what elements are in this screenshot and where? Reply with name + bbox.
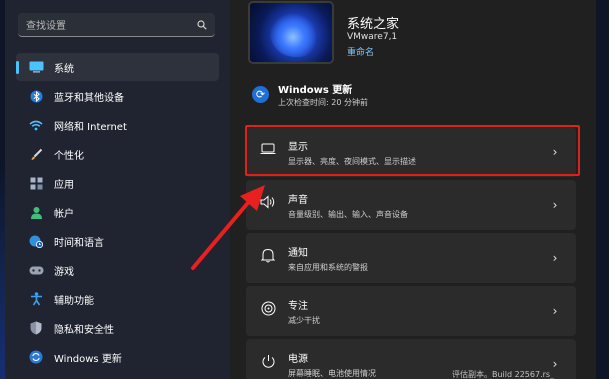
windows-update-title[interactable]: Windows 更新 xyxy=(278,81,352,96)
sidebar-item-time-language[interactable]: 时间和语言 xyxy=(16,227,219,255)
sidebar-item-gaming[interactable]: 游戏 xyxy=(16,256,219,284)
pc-name: 系统之家 xyxy=(347,17,400,32)
desktop-edge xyxy=(596,0,609,379)
sidebar-item-label: 隐私和安全性 xyxy=(54,324,114,336)
person-icon xyxy=(28,204,44,220)
sidebar-item-label: 游戏 xyxy=(54,266,74,278)
sidebar-nav: 系统 蓝牙和其他设备 网络和 Internet 个性化 应用 帐户 时间和语言 … xyxy=(16,53,219,372)
sidebar-item-label: 帐户 xyxy=(54,208,74,220)
bell-icon xyxy=(259,248,277,269)
wifi-icon xyxy=(28,117,44,133)
sidebar-item-bluetooth[interactable]: 蓝牙和其他设备 xyxy=(16,82,219,110)
settings-window: 查找设置 系统 蓝牙和其他设备 网络和 Internet 个性化 应用 帐户 时… xyxy=(5,0,596,379)
card-description: 音量级别、输出、输入、声音设备 xyxy=(288,209,408,219)
card-description: 来自应用和系统的警报 xyxy=(288,262,368,272)
desktop-thumbnail xyxy=(248,1,334,64)
settings-card-focus[interactable]: 专注 减少干扰 › xyxy=(246,286,576,336)
card-title: 电源 xyxy=(288,353,308,365)
build-watermark: 评估副本。Build 22567.rs_ xyxy=(452,370,555,379)
card-description: 减少干扰 xyxy=(288,315,320,325)
settings-card-sound[interactable]: 声音 音量级别、输出、输入、声音设备 › xyxy=(246,180,576,230)
power-icon xyxy=(259,354,277,375)
pc-model: VMware7,1 xyxy=(347,32,398,42)
sidebar-item-label: 时间和语言 xyxy=(54,237,104,249)
sidebar-item-label: 辅助功能 xyxy=(54,295,94,307)
sidebar-item-accounts[interactable]: 帐户 xyxy=(16,198,219,226)
windows-update-subtitle: 上次检查时间: 20 分钟前 xyxy=(278,98,368,107)
bluetooth-icon xyxy=(28,88,44,104)
settings-card-notifications[interactable]: 通知 来自应用和系统的警报 › xyxy=(246,233,576,283)
sidebar: 查找设置 系统 蓝牙和其他设备 网络和 Internet 个性化 应用 帐户 时… xyxy=(5,0,230,379)
sidebar-item-windows-update[interactable]: Windows 更新 xyxy=(16,343,219,371)
sidebar-item-label: 应用 xyxy=(54,179,74,191)
search-icon[interactable] xyxy=(197,19,207,30)
card-title: 专注 xyxy=(288,300,308,312)
card-title: 声音 xyxy=(288,194,308,206)
sidebar-item-label: Windows 更新 xyxy=(54,353,122,365)
shield-icon xyxy=(28,320,44,336)
chevron-right-icon: › xyxy=(552,251,558,265)
sidebar-item-personalization[interactable]: 个性化 xyxy=(16,140,219,168)
speaker-icon xyxy=(259,195,277,215)
globe-clock-icon xyxy=(28,233,44,249)
accessibility-icon xyxy=(28,291,44,307)
sidebar-item-label: 个性化 xyxy=(54,150,84,162)
sidebar-item-accessibility[interactable]: 辅助功能 xyxy=(16,285,219,313)
sidebar-item-privacy[interactable]: 隐私和安全性 xyxy=(16,314,219,342)
sidebar-item-apps[interactable]: 应用 xyxy=(16,169,219,197)
windows-update-icon[interactable]: ⟳ xyxy=(252,86,269,103)
sidebar-item-network[interactable]: 网络和 Internet xyxy=(16,111,219,139)
chevron-right-icon: › xyxy=(552,198,558,212)
brush-icon xyxy=(28,146,44,162)
sidebar-item-label: 网络和 Internet xyxy=(54,121,127,133)
rename-link[interactable]: 重命名 xyxy=(347,45,374,58)
sidebar-item-system[interactable]: 系统 xyxy=(16,53,219,81)
sidebar-item-label: 系统 xyxy=(54,63,74,75)
chevron-right-icon: › xyxy=(552,304,558,318)
main-panel: 系统之家 VMware7,1 重命名 ⟳ Windows 更新 上次检查时间: … xyxy=(230,0,596,379)
search-input[interactable]: 查找设置 xyxy=(26,17,197,32)
card-title: 通知 xyxy=(288,247,308,259)
gamepad-icon xyxy=(28,262,44,278)
search-box[interactable]: 查找设置 xyxy=(18,13,215,37)
highlight-box xyxy=(245,125,580,176)
sidebar-item-label: 蓝牙和其他设备 xyxy=(54,92,124,104)
focus-icon xyxy=(259,301,277,322)
update-icon xyxy=(28,349,44,365)
monitor-icon xyxy=(28,59,44,75)
apps-icon xyxy=(28,175,44,191)
